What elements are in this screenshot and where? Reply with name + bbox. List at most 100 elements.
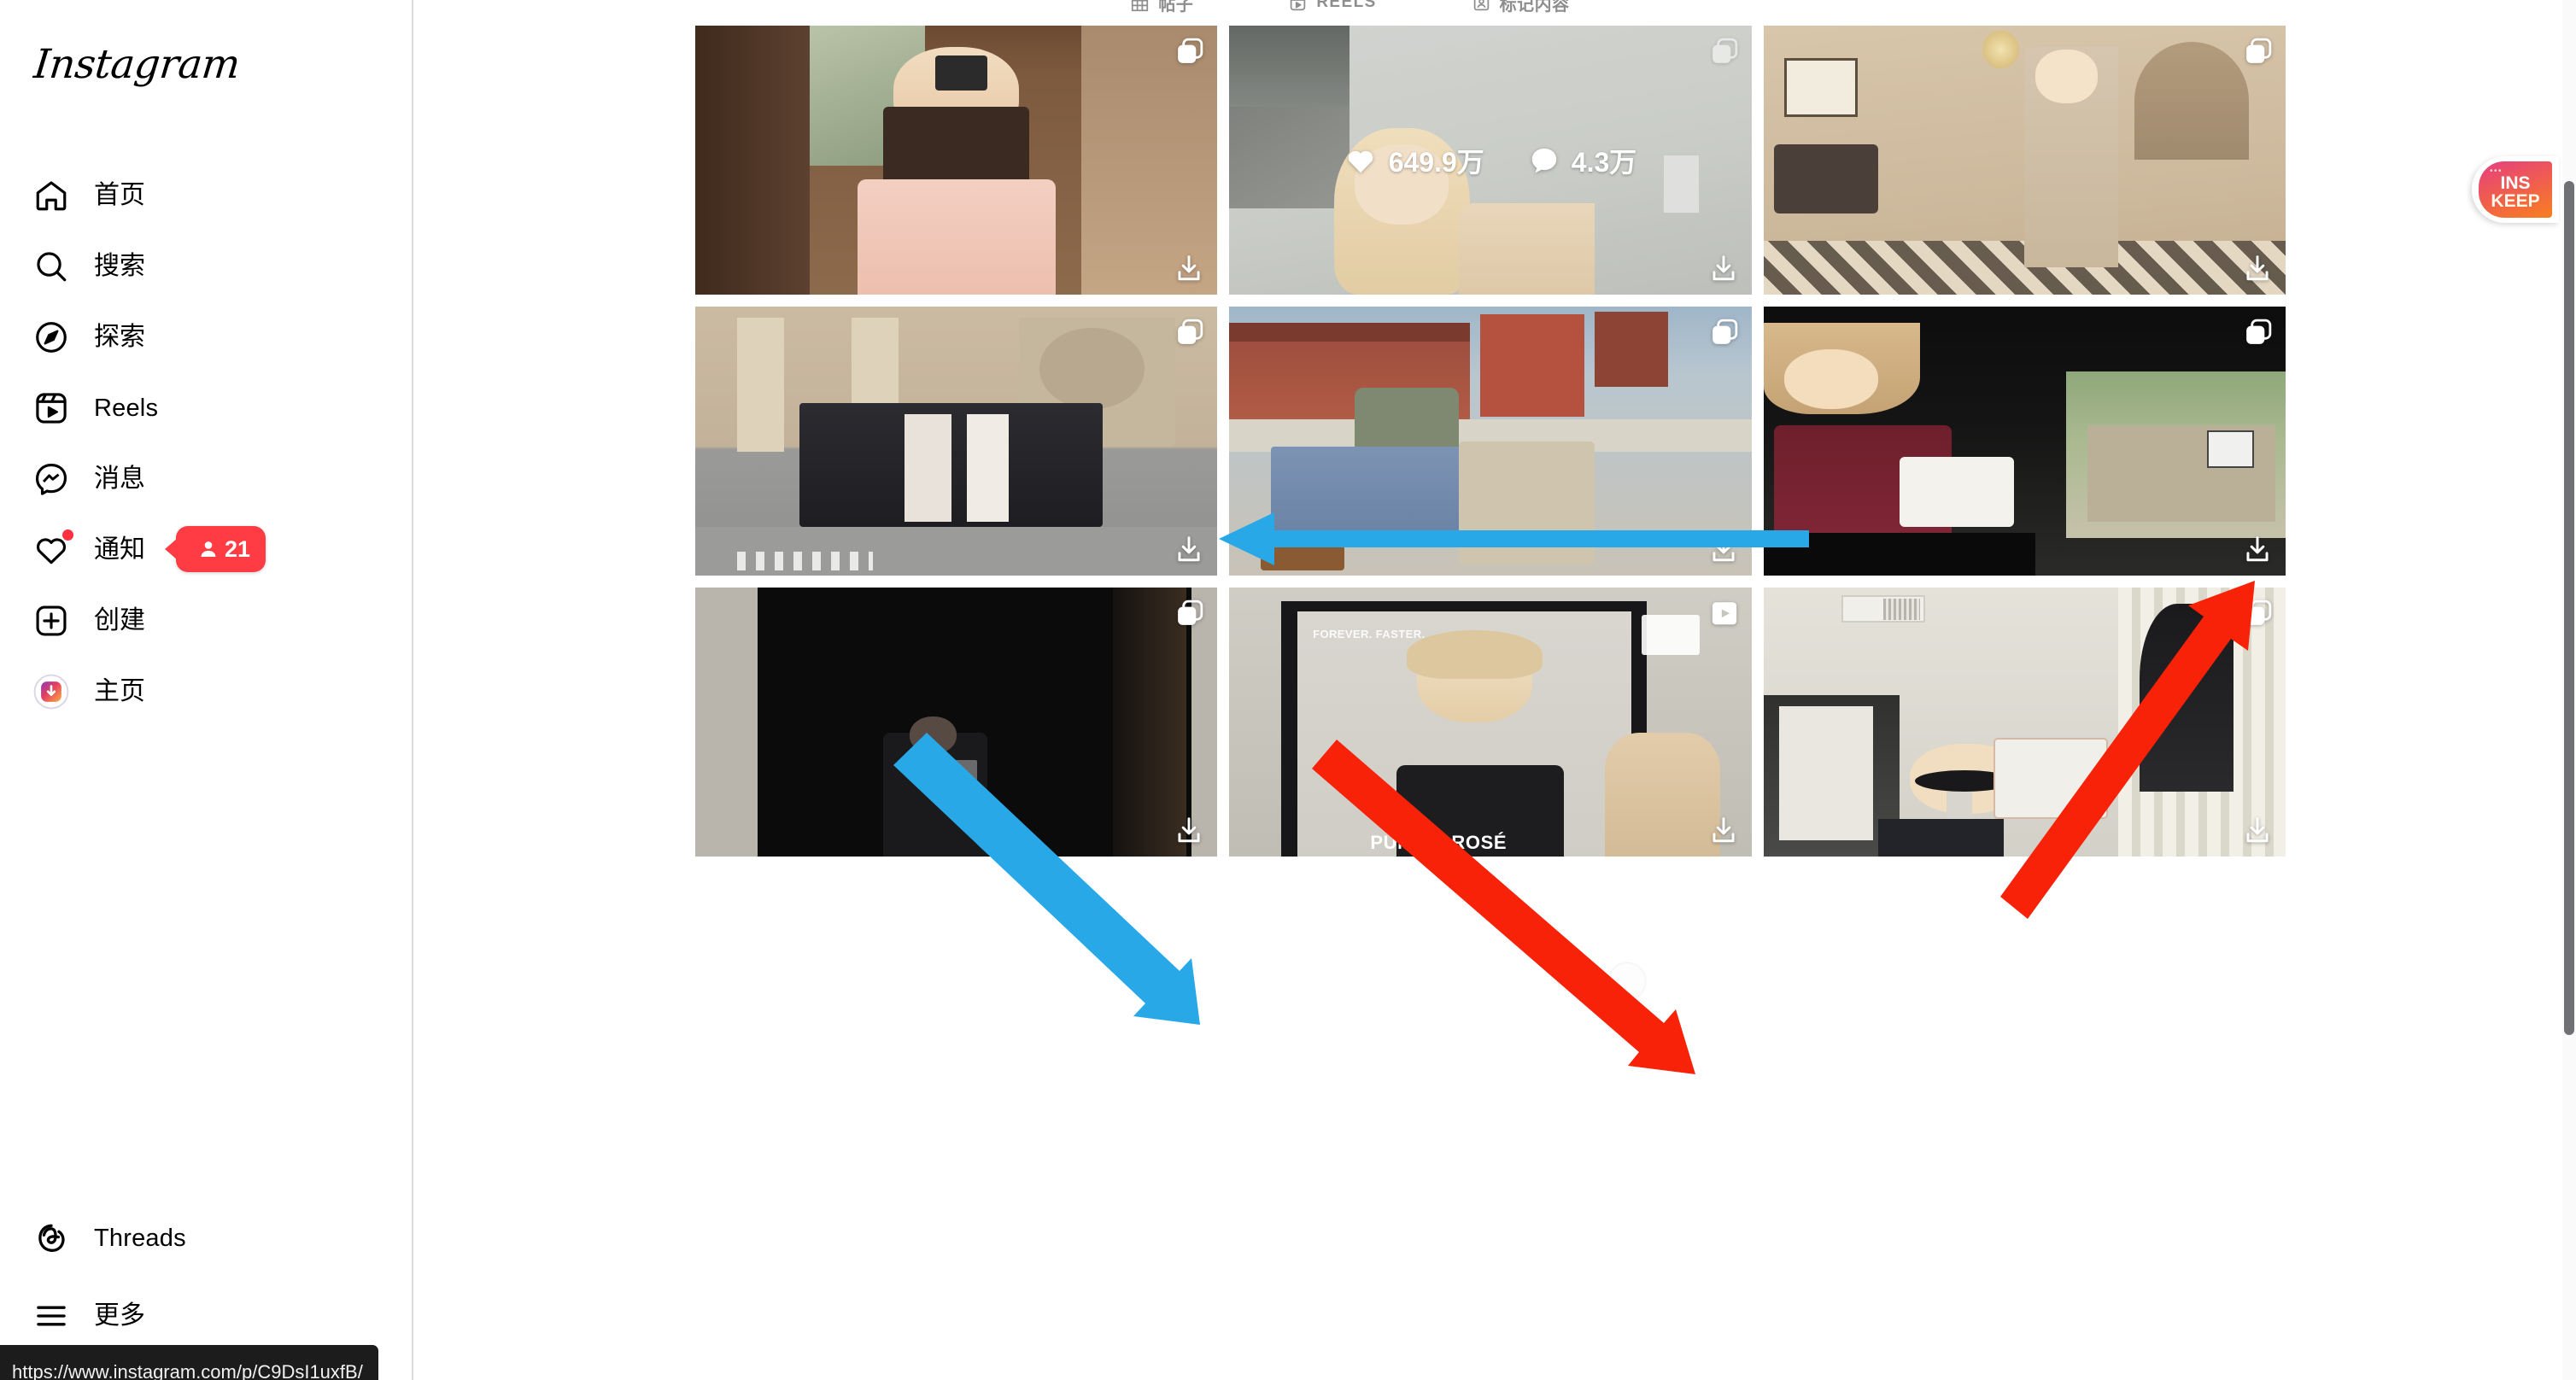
carousel-icon <box>1712 38 1737 63</box>
sidebar-item-label: 主页 <box>94 677 145 705</box>
post-grid-cell[interactable] <box>695 307 1218 576</box>
plus-square-icon <box>31 600 72 641</box>
post-thumbnail <box>1763 588 2286 857</box>
profile-tabbar: 帖子 REELS 标记内容 <box>415 0 2286 17</box>
download-icon[interactable] <box>2243 254 2272 283</box>
heart-icon <box>31 529 73 570</box>
ins-keep-chip: ••• INS KEEP <box>2479 161 2552 218</box>
post-grid-cell[interactable] <box>1763 26 2286 295</box>
post-grid-cell[interactable] <box>1763 307 2286 576</box>
download-icon[interactable] <box>1709 535 1738 564</box>
heart-filled-icon <box>1348 150 1373 172</box>
reels-icon <box>1291 0 1306 10</box>
post-thumbnail <box>695 307 1218 576</box>
sidebar-item-reels[interactable]: Reels <box>0 383 413 433</box>
reels-icon <box>1712 602 1736 625</box>
tab-posts[interactable]: 帖子 <box>1131 0 1193 17</box>
grid-icon <box>1132 0 1149 11</box>
post-grid-cell[interactable] <box>695 588 1218 857</box>
ins-keep-line1: INS <box>2500 173 2531 193</box>
carousel-icon <box>2246 38 2272 63</box>
tagged-icon <box>1473 0 1489 10</box>
likes-stat: 649.9万 <box>1344 141 1484 180</box>
hamburger-icon <box>31 1295 72 1336</box>
sidebar-item-create[interactable]: 创建 <box>0 596 413 646</box>
tab-label: 标记内容 <box>1499 0 1570 15</box>
sidebar-item-label: 首页 <box>94 181 145 209</box>
reels-icon <box>31 388 72 429</box>
post-grid-cell[interactable] <box>1763 588 2286 857</box>
poster-subhead: PUMA X ROSÉ <box>1370 831 1508 853</box>
dots-decoration-icon: ••• <box>2490 167 2503 176</box>
sidebar-item-messages[interactable]: 消息 <box>0 454 413 504</box>
sidebar-item-label: 创建 <box>94 606 145 634</box>
notification-count-badge[interactable]: 21 <box>176 526 266 572</box>
instagram-logo[interactable]: Instagram <box>32 41 242 88</box>
tab-label: 帖子 <box>1158 0 1194 15</box>
carousel-icon <box>1178 599 1203 625</box>
sidebar-item-label: 搜索 <box>94 252 145 280</box>
download-icon[interactable] <box>2243 535 2272 564</box>
comments-stat: 4.3万 <box>1529 141 1637 180</box>
sidebar-item-notifications[interactable]: 通知 21 <box>0 525 413 575</box>
download-icon[interactable] <box>1174 816 1203 845</box>
post-grid-cell[interactable] <box>695 26 1218 295</box>
post-grid-cell[interactable]: FOREVER. FASTER. PUMA X ROSÉ <box>1229 588 1752 857</box>
tab-tagged[interactable]: 标记内容 <box>1472 0 1570 17</box>
sidebar-item-label: 通知 <box>94 535 145 564</box>
person-icon <box>201 541 216 557</box>
ins-keep-extension-badge[interactable]: ••• INS KEEP <box>2472 156 2559 223</box>
sidebar-item-home[interactable]: 首页 <box>0 171 413 220</box>
sidebar-item-label: 探索 <box>94 323 145 351</box>
download-icon[interactable] <box>1174 254 1203 283</box>
post-thumbnail <box>1763 26 2286 295</box>
status-url: https://www.instagram.com/p/C9DsI1uxfB/ <box>12 1360 363 1380</box>
ins-keep-line2: KEEP <box>2491 191 2540 211</box>
download-icon[interactable] <box>1174 535 1203 564</box>
post-thumbnail <box>1763 307 2286 576</box>
profile-avatar-icon <box>31 671 72 712</box>
download-icon[interactable] <box>2243 816 2272 845</box>
carousel-icon <box>2246 319 2272 344</box>
sidebar-item-label: Reels <box>94 394 159 422</box>
sidebar-item-label: 消息 <box>94 465 145 493</box>
carousel-icon <box>1178 319 1203 344</box>
sidebar-item-profile[interactable]: 主页 <box>0 667 413 716</box>
download-icon[interactable] <box>1709 816 1738 845</box>
tab-reels[interactable]: REELS <box>1289 0 1376 17</box>
sidebar-item-label: Threads <box>94 1224 186 1252</box>
sidebar-item-threads[interactable]: Threads <box>0 1213 413 1263</box>
post-grid-cell[interactable]: 649.9万 4.3万 <box>1229 26 1752 295</box>
messenger-icon <box>31 459 72 500</box>
notification-count: 21 <box>225 535 251 562</box>
sidebar-nav: 首页 搜索 探索 Reels 消息 通知 21 创建 主页 <box>0 171 413 738</box>
compass-icon <box>31 317 72 358</box>
post-thumbnail <box>695 26 1218 295</box>
tab-label: REELS <box>1316 0 1377 11</box>
carousel-icon <box>2246 599 2272 625</box>
sidebar-item-label: 更多 <box>94 1301 145 1330</box>
download-icon[interactable] <box>1709 254 1738 283</box>
post-thumbnail <box>695 588 1218 857</box>
carousel-prev-button[interactable] <box>1609 963 1645 999</box>
sidebar-nav-bottom: Threads 更多 <box>0 1213 413 1341</box>
main-content: 帖子 REELS 标记内容 649.9万 4.3万 FOREVER. FASTE… <box>415 0 2576 1380</box>
sidebar: Instagram 首页 搜索 探索 Reels 消息 通知 21 创建 主页 … <box>0 0 413 1380</box>
unread-dot-icon <box>62 529 73 541</box>
sidebar-item-explore[interactable]: 探索 <box>0 313 413 362</box>
poster-headline: FOREVER. FASTER. <box>1313 628 1426 641</box>
sidebar-item-more[interactable]: 更多 <box>0 1291 413 1341</box>
post-grid-cell[interactable] <box>1229 307 1752 576</box>
post-thumbnail <box>1229 307 1752 576</box>
post-thumbnail: FOREVER. FASTER. PUMA X ROSÉ <box>1229 588 1752 857</box>
likes-count: 649.9万 <box>1388 146 1484 178</box>
scrollbar-thumb[interactable] <box>2564 181 2574 1035</box>
browser-status-bar: https://www.instagram.com/p/C9DsI1uxfB/ <box>0 1345 378 1380</box>
sidebar-item-search[interactable]: 搜索 <box>0 242 413 291</box>
carousel-icon <box>1178 38 1203 63</box>
search-icon <box>31 246 72 287</box>
comments-count: 4.3万 <box>1571 146 1637 178</box>
comment-filled-icon <box>1531 148 1557 172</box>
post-hover-overlay: 649.9万 4.3万 <box>1229 26 1752 295</box>
post-grid: 649.9万 4.3万 FOREVER. FASTER. PUMA X ROSÉ <box>695 26 2286 857</box>
